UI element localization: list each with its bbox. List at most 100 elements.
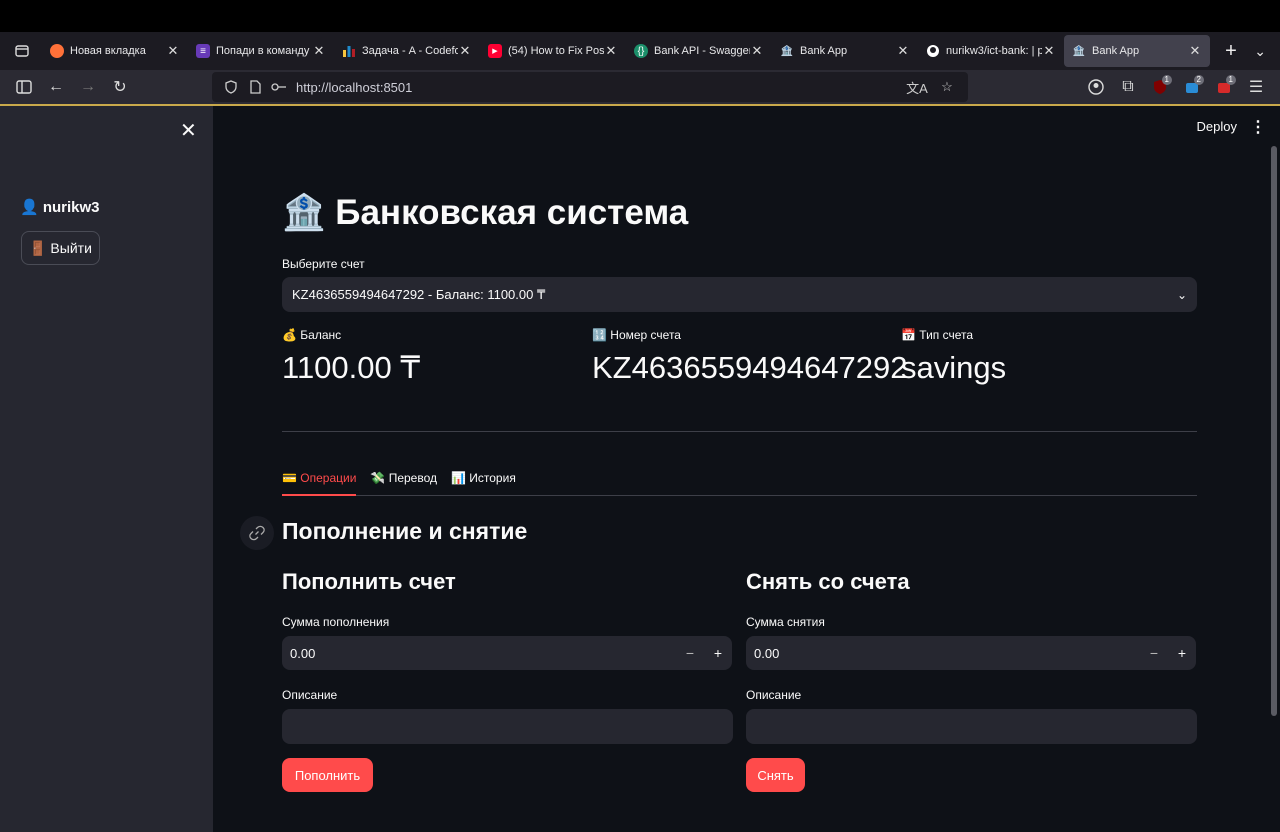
browser-tab[interactable]: ≡ Попади в команду р ✕ (188, 35, 334, 67)
star-icon[interactable]: ☆ (936, 76, 958, 98)
deposit-amount-label: Сумма пополнения (282, 615, 390, 629)
withdraw-amount-label: Сумма снятия (746, 615, 825, 629)
divider (282, 431, 1197, 432)
withdraw-desc-label: Описание (746, 688, 802, 702)
chevron-down-icon[interactable]: ⌄ (1177, 288, 1187, 302)
close-tab-icon[interactable]: ✕ (896, 43, 910, 59)
tab-bar: 💳 Операции 💸 Перевод 📊 История (282, 468, 1197, 496)
ublock-icon[interactable]: 1 (1144, 73, 1176, 101)
section-title: Пополнение и снятие (282, 518, 528, 544)
tab-list-icon[interactable] (10, 39, 34, 63)
extension-blue-icon[interactable]: 2 (1176, 73, 1208, 101)
account-select[interactable]: KZ4636559494647292 - Баланс: 1100.00 ₸ ⌄ (282, 277, 1197, 312)
browser-nav-bar: ← → ↻ http://localhost:8501 文A ☆ ⧉ 1 2 1… (0, 70, 1280, 106)
decrement-button[interactable]: − (676, 645, 704, 661)
shield-icon[interactable] (220, 76, 242, 98)
account-icon[interactable] (1080, 73, 1112, 101)
deposit-amount-value: 0.00 (290, 645, 316, 661)
link-icon[interactable] (240, 516, 274, 550)
metric-value: savings (901, 350, 1007, 385)
tab-operations[interactable]: 💳 Операции (282, 468, 357, 496)
browser-tab-active[interactable]: 🏦 Bank App ✕ (1064, 35, 1210, 67)
close-tab-icon[interactable]: ✕ (166, 43, 180, 59)
back-icon[interactable]: ← (40, 73, 72, 101)
github-icon (926, 44, 940, 58)
close-tab-icon[interactable]: ✕ (750, 43, 764, 59)
key-icon[interactable] (268, 76, 290, 98)
menu-icon[interactable]: ☰ (1240, 73, 1272, 101)
browser-tab[interactable]: {} Bank API - Swagger U ✕ (626, 35, 772, 67)
forward-icon[interactable]: → (72, 73, 104, 101)
logout-button[interactable]: 🚪 Выйти (21, 231, 100, 265)
browser-tab[interactable]: Задача - A - Codefor ✕ (334, 35, 480, 67)
metric-label: 📅 Тип счета (901, 328, 974, 342)
select-label: Выберите счет (282, 257, 365, 271)
deposit-amount-input[interactable]: 0.00 − + (282, 636, 732, 670)
browser-tab[interactable]: 🏦 Bank App ✕ (772, 35, 918, 67)
bank-icon: 🏦 (1072, 45, 1086, 57)
codeforces-icon (342, 44, 356, 58)
close-tab-icon[interactable]: ✕ (1188, 43, 1202, 59)
chevron-down-icon[interactable]: ⌄ (1254, 43, 1266, 60)
extensions-icon[interactable]: ⧉ (1112, 73, 1144, 101)
tab-history[interactable]: 📊 История (451, 468, 516, 496)
metric-account-type: 📅 Тип счета savings (901, 328, 1201, 386)
metric-value: 1100.00 ₸ (282, 350, 421, 385)
increment-button[interactable]: + (704, 645, 732, 661)
tab-title: Новая вкладка (70, 45, 146, 57)
withdraw-description-input[interactable] (746, 709, 1197, 744)
url-text[interactable]: http://localhost:8501 (296, 80, 412, 95)
close-tab-icon[interactable]: ✕ (458, 43, 472, 59)
tab-title: Bank API - Swagger U (654, 45, 750, 57)
close-tab-icon[interactable]: ✕ (604, 43, 618, 59)
badge: 1 (1225, 75, 1236, 85)
youtube-icon: ▶ (488, 44, 502, 58)
more-options-icon[interactable]: ⋮ (1250, 117, 1266, 137)
new-tab-button[interactable]: + (1216, 40, 1246, 63)
withdraw-title: Снять со счета (746, 569, 910, 594)
close-tab-icon[interactable]: ✕ (312, 43, 326, 59)
close-tab-icon[interactable]: ✕ (1042, 43, 1056, 59)
deposit-desc-label: Описание (282, 688, 338, 702)
withdraw-button[interactable]: Снять (746, 758, 805, 792)
streamlit-app: ✕ 👤 nurikw3 🚪 Выйти Deploy ⋮ 🏦 Банковска… (0, 106, 1280, 832)
scrollbar[interactable] (1271, 146, 1277, 716)
tab-title: Bank App (800, 45, 848, 57)
deploy-button[interactable]: Deploy (1197, 119, 1237, 134)
swagger-icon: {} (634, 44, 648, 58)
page-title: 🏦 Банковская система (282, 193, 689, 232)
browser-tab[interactable]: ▶ (54) How to Fix Postg ✕ (480, 35, 626, 67)
withdraw-amount-input[interactable]: 0.00 − + (746, 636, 1196, 670)
withdraw-amount-value: 0.00 (754, 645, 780, 661)
browser-tab-bar: Новая вкладка ✕ ≡ Попади в команду р ✕ З… (0, 32, 1280, 70)
tab-title: (54) How to Fix Postg (508, 45, 604, 57)
bank-icon: 🏦 (780, 45, 794, 57)
sidebar-username: 👤 nurikw3 (20, 199, 100, 216)
increment-button[interactable]: + (1168, 645, 1196, 661)
window-top-bar (0, 0, 1280, 32)
browser-tab[interactable]: nurikw3/ict-bank: | pi ✕ (918, 35, 1064, 67)
metric-value: KZ4636559494647292 (592, 350, 908, 385)
deposit-title: Пополнить счет (282, 569, 456, 594)
tab-transfer[interactable]: 💸 Перевод (370, 468, 437, 496)
browser-tab[interactable]: Новая вкладка ✕ (42, 35, 188, 67)
close-sidebar-icon[interactable]: ✕ (180, 118, 197, 143)
tab-title: Задача - A - Codefor (362, 45, 458, 57)
url-bar[interactable]: http://localhost:8501 文A ☆ (212, 72, 968, 102)
metric-label: 💰 Баланс (282, 328, 342, 342)
metric-balance: 💰 Баланс 1100.00 ₸ (282, 328, 582, 386)
page-icon[interactable] (244, 76, 266, 98)
tab-title: Попади в команду р (216, 45, 312, 57)
deposit-description-input[interactable] (282, 709, 733, 744)
form-icon: ≡ (196, 44, 210, 58)
extension-red-icon[interactable]: 1 (1208, 73, 1240, 101)
badge: 2 (1193, 75, 1204, 85)
reload-icon[interactable]: ↻ (104, 73, 136, 101)
main-content: Deploy ⋮ 🏦 Банковская система Выберите с… (213, 106, 1280, 832)
decrement-button[interactable]: − (1140, 645, 1168, 661)
deposit-button[interactable]: Пополнить (282, 758, 373, 792)
sidebar-toggle-icon[interactable] (8, 73, 40, 101)
translate-icon[interactable]: 文A (906, 76, 928, 98)
tab-title: nurikw3/ict-bank: | pi (946, 45, 1042, 57)
metric-label: 🔢 Номер счета (592, 328, 681, 342)
